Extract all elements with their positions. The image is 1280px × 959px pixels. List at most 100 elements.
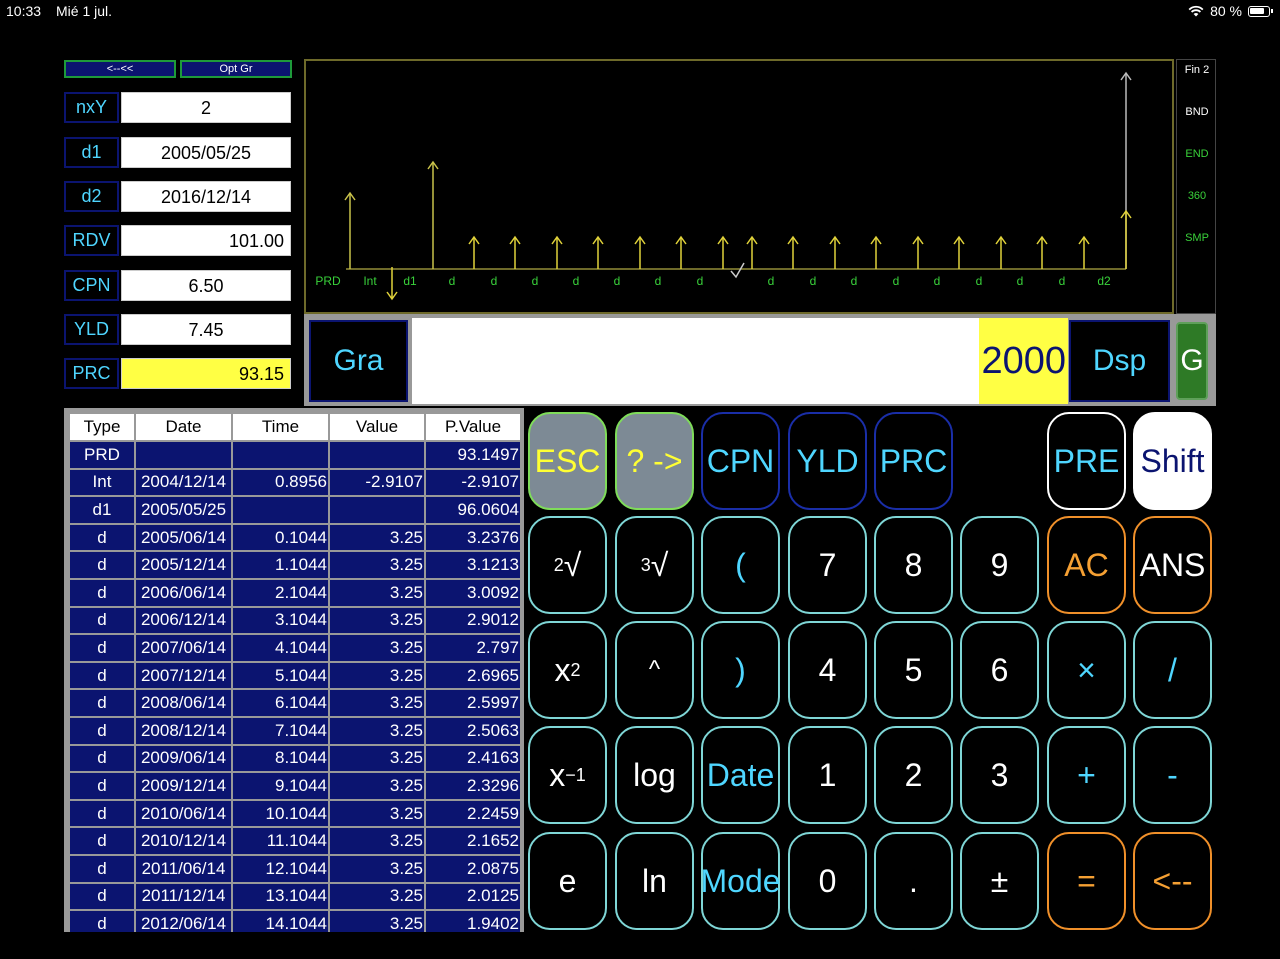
table-row[interactable]: d 2011/12/14 13.1044 3.25 2.0125 — [68, 881, 522, 912]
col-header-date: Date — [134, 412, 233, 442]
backspace-key[interactable]: <-- — [1133, 832, 1212, 930]
digit-9-key[interactable]: 9 — [960, 516, 1039, 614]
table-row[interactable]: d 2005/06/14 0.1044 3.25 3.2376 — [68, 522, 522, 553]
mode-key[interactable]: Mode — [700, 832, 781, 930]
pre-key[interactable]: PRE — [1047, 412, 1126, 510]
side-item-smp[interactable]: SMP — [1177, 232, 1217, 244]
display-button[interactable]: Dsp — [1069, 320, 1170, 402]
reciprocal-key[interactable]: x −1 — [528, 726, 607, 824]
divide-key[interactable]: / — [1133, 621, 1212, 719]
table-row[interactable]: d 2006/06/14 2.1044 3.25 3.0092 — [68, 577, 522, 608]
cell-time: 10.1044 — [231, 798, 330, 829]
param-value-d1[interactable]: 2005/05/25 — [121, 137, 291, 168]
digit-4-key[interactable]: 4 — [788, 621, 867, 719]
log-key[interactable]: log — [615, 726, 694, 824]
cpn-key[interactable]: CPN — [701, 412, 780, 510]
table-row[interactable]: d 2005/12/14 1.1044 3.25 3.1213 — [68, 550, 522, 580]
sign-key[interactable]: ± — [960, 832, 1039, 930]
ac-key[interactable]: AC — [1047, 516, 1126, 614]
graph-button[interactable]: Gra — [309, 320, 408, 402]
sqrt3-symbol: √ — [650, 546, 669, 583]
table-row[interactable]: d 2010/12/14 11.1044 3.25 2.1652 — [68, 826, 522, 856]
side-item-bnd[interactable]: BND — [1177, 106, 1217, 118]
timeline-label: d — [697, 274, 704, 288]
display-field[interactable]: 2000 — [412, 318, 1068, 404]
table-row[interactable]: d 2008/12/14 7.1044 3.25 2.5063 — [68, 715, 522, 746]
cell-date: 2009/06/14 — [134, 743, 233, 774]
table-row[interactable]: d 2011/06/14 12.1044 3.25 2.0875 — [68, 853, 522, 884]
cell-type: Int — [68, 467, 136, 498]
query-arrow-key[interactable]: ? -> — [615, 412, 694, 510]
shift-key[interactable]: Shift — [1133, 412, 1212, 510]
table-row[interactable]: d 2007/06/14 4.1044 3.25 2.797 — [68, 633, 522, 663]
digit-8-key[interactable]: 8 — [874, 516, 953, 614]
table-row[interactable]: d 2009/12/14 9.1044 3.25 2.3296 — [68, 771, 522, 801]
cell-date — [134, 440, 233, 470]
cell-pvalue: 3.0092 — [424, 577, 522, 608]
e-key[interactable]: e — [528, 832, 607, 930]
param-label-nxy[interactable]: nxY — [64, 92, 119, 123]
plus-key[interactable]: + — [1047, 726, 1126, 824]
sqrt3-index: 3 — [640, 554, 651, 575]
param-label-cpn[interactable]: CPN — [64, 270, 119, 301]
digit-5-key[interactable]: 5 — [874, 621, 953, 719]
back-button[interactable]: <--<< — [64, 60, 176, 78]
cell-value: 3.25 — [328, 771, 426, 801]
table-row[interactable]: d 2006/12/14 3.1044 3.25 2.9012 — [68, 605, 522, 636]
cell-type: d — [68, 826, 136, 856]
square-key[interactable]: x2 — [528, 621, 607, 719]
param-value-nxy[interactable]: 2 — [121, 92, 291, 123]
param-label-prc[interactable]: PRC — [64, 358, 119, 389]
side-item-fin2[interactable]: Fin 2 — [1177, 64, 1217, 76]
cube-root-key[interactable]: 3 √ — [615, 516, 694, 614]
digit-6-key[interactable]: 6 — [960, 621, 1039, 719]
open-paren-key[interactable]: ( — [701, 516, 780, 614]
esc-key[interactable]: ESC — [528, 412, 607, 510]
power-key[interactable]: ^ — [615, 621, 694, 719]
cashflow-table[interactable]: Type Date Time Value P.Value PRD 93.1497 I… — [64, 408, 524, 932]
cell-time: 13.1044 — [231, 881, 330, 912]
param-value-prc[interactable]: 93.15 — [121, 358, 291, 389]
digit-7-key[interactable]: 7 — [788, 516, 867, 614]
table-row[interactable]: Int 2004/12/14 0.8956 -2.9107 -2.9107 — [68, 467, 522, 498]
param-label-yld[interactable]: YLD — [64, 314, 119, 345]
digit-2-key[interactable]: 2 — [874, 726, 953, 824]
cell-time — [231, 495, 330, 525]
decimal-key[interactable]: . — [874, 832, 953, 930]
yld-key[interactable]: YLD — [788, 412, 867, 510]
table-row[interactable]: PRD 93.1497 — [68, 440, 522, 470]
table-row[interactable]: d 2012/06/14 14.1044 3.25 1.9402 — [68, 909, 522, 932]
minus-key[interactable]: - — [1133, 726, 1212, 824]
ans-key[interactable]: ANS — [1133, 516, 1212, 614]
close-paren-key[interactable]: ) — [701, 621, 780, 719]
equals-key[interactable]: = — [1047, 832, 1126, 930]
param-value-d2[interactable]: 2016/12/14 — [121, 181, 291, 212]
g-button[interactable]: G — [1176, 322, 1208, 400]
side-item-360[interactable]: 360 — [1177, 190, 1217, 202]
param-label-rdv[interactable]: RDV — [64, 225, 119, 256]
prc-key[interactable]: PRC — [874, 412, 953, 510]
opt-graph-button[interactable]: Opt Gr — [180, 60, 292, 78]
param-label-d2[interactable]: d2 — [64, 181, 119, 212]
side-item-end[interactable]: END — [1177, 148, 1217, 160]
digit-1-key[interactable]: 1 — [788, 726, 867, 824]
table-row[interactable]: d1 2005/05/25 96.0604 — [68, 495, 522, 525]
multiply-key[interactable]: × — [1047, 621, 1126, 719]
table-row[interactable]: d 2009/06/14 8.1044 3.25 2.4163 — [68, 743, 522, 774]
digit-3-key[interactable]: 3 — [960, 726, 1039, 824]
param-value-cpn[interactable]: 6.50 — [121, 270, 291, 301]
date-key[interactable]: Date — [701, 726, 780, 824]
table-row[interactable]: d 2010/06/14 10.1044 3.25 2.2459 — [68, 798, 522, 829]
digit-0-key[interactable]: 0 — [788, 832, 867, 930]
square-root-key[interactable]: 2 √ — [528, 516, 607, 614]
cell-pvalue: 3.1213 — [424, 550, 522, 580]
param-value-yld[interactable]: 7.45 — [121, 314, 291, 345]
table-row[interactable]: d 2007/12/14 5.1044 3.25 2.6965 — [68, 660, 522, 691]
cell-pvalue: 93.1497 — [424, 440, 522, 470]
timeline-label: d — [768, 274, 775, 288]
param-value-rdv[interactable]: 101.00 — [121, 225, 291, 256]
ln-key[interactable]: ln — [615, 832, 694, 930]
table-row[interactable]: d 2008/06/14 6.1044 3.25 2.5997 — [68, 688, 522, 718]
cell-date: 2010/06/14 — [134, 798, 233, 829]
param-label-d1[interactable]: d1 — [64, 137, 119, 168]
